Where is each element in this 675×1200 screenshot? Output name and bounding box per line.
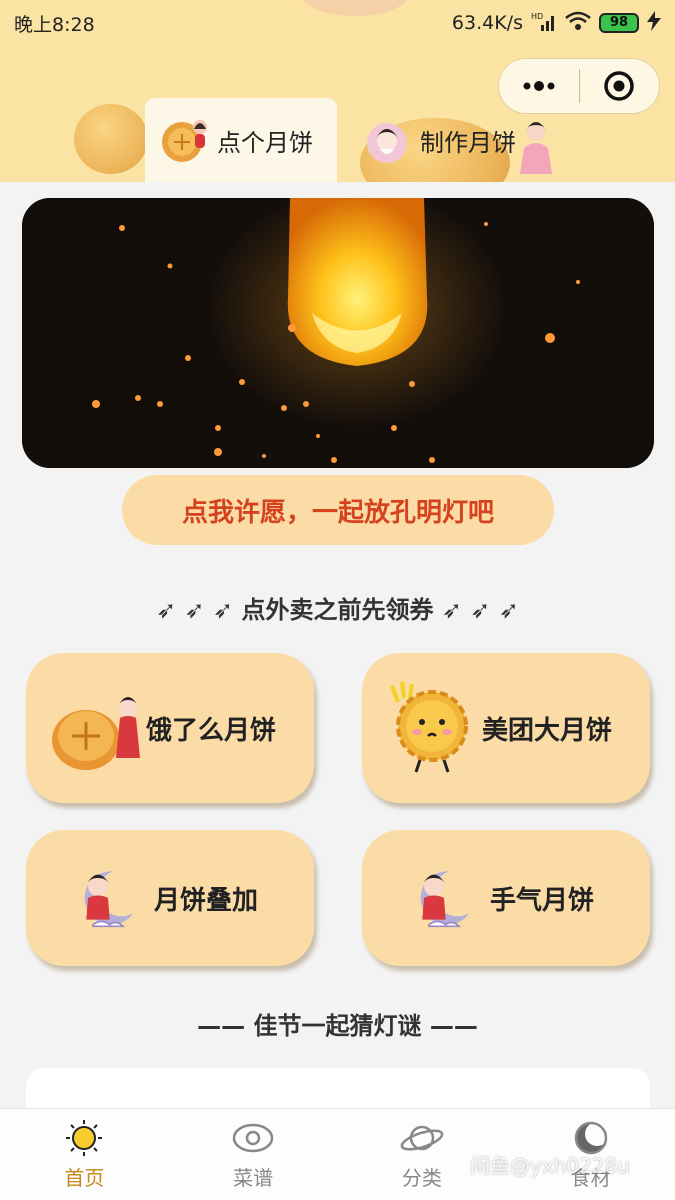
chang-e-moon-icon <box>420 869 481 928</box>
nav-label: 食材 <box>570 1166 611 1190</box>
top-tabs: 点个月饼 制作月饼 <box>0 98 675 182</box>
tab-order-mooncake[interactable]: 点个月饼 <box>145 98 337 182</box>
eye-icon <box>232 1123 274 1153</box>
nav-label: 首页 <box>64 1166 105 1190</box>
bottom-nav: 首页 菜谱 分类 食材 <box>0 1108 675 1200</box>
coupon-section-title: ➶ ➶ ➶ 点外卖之前先领券 ➶ ➶ ➶ <box>156 596 519 624</box>
chang-e-icon <box>367 123 407 163</box>
wifi-icon <box>565 11 591 36</box>
nav-item-categories[interactable]: 分类 <box>338 1109 507 1200</box>
header: 晚上8:28 63.4K/s HD 98 点个月饼 制作月饼 <box>0 0 675 182</box>
nav-label: 分类 <box>401 1166 442 1190</box>
coupon-card-stack[interactable]: 月饼叠加 <box>26 830 314 966</box>
coupon-card-eleme[interactable]: 饿了么月饼 <box>26 653 314 803</box>
tab-label: 制作月饼 <box>420 128 516 157</box>
nav-item-ingredients[interactable]: 食材 <box>506 1109 675 1200</box>
mooncake-icon <box>162 120 207 162</box>
sky-lantern-image <box>22 198 654 468</box>
make-wish-button[interactable]: 点我许愿，一起放孔明灯吧 <box>122 475 554 545</box>
chang-e-figure-icon <box>520 122 552 174</box>
cartoon-mooncake-icon <box>390 681 468 773</box>
network-speed: 63.4K/s <box>451 12 523 34</box>
status-time: 晚上8:28 <box>14 13 95 36</box>
coupon-label: 月饼叠加 <box>154 885 259 916</box>
coupon-card-meituan[interactable]: 美团大月饼 <box>362 653 650 803</box>
moon-icon <box>574 1121 609 1155</box>
coupon-card-lucky[interactable]: 手气月饼 <box>362 830 650 966</box>
sun-icon <box>66 1120 103 1156</box>
riddle-section-title: —— 佳节一起猜灯谜 —— <box>197 1012 478 1040</box>
charging-icon <box>647 10 661 36</box>
coupon-label: 美团大月饼 <box>482 715 613 746</box>
tab-label: 点个月饼 <box>217 128 313 157</box>
status-bar: 晚上8:28 63.4K/s HD 98 <box>0 0 675 46</box>
planet-icon <box>400 1125 444 1151</box>
nav-item-home[interactable]: 首页 <box>0 1109 169 1200</box>
sky-lantern-banner[interactable] <box>22 198 654 468</box>
tab-make-mooncake[interactable]: 制作月饼 <box>348 98 568 182</box>
nav-label: 菜谱 <box>233 1166 274 1190</box>
chang-e-moon-icon <box>84 869 145 928</box>
coupon-label: 饿了么月饼 <box>146 715 277 746</box>
hd-badge: HD <box>531 12 543 21</box>
battery-icon: 98 <box>599 13 639 33</box>
nav-item-recipes[interactable]: 菜谱 <box>169 1109 338 1200</box>
mooncake-chang-e-icon <box>52 697 140 770</box>
signal-icon: HD <box>531 11 557 36</box>
coupon-label: 手气月饼 <box>490 885 595 916</box>
